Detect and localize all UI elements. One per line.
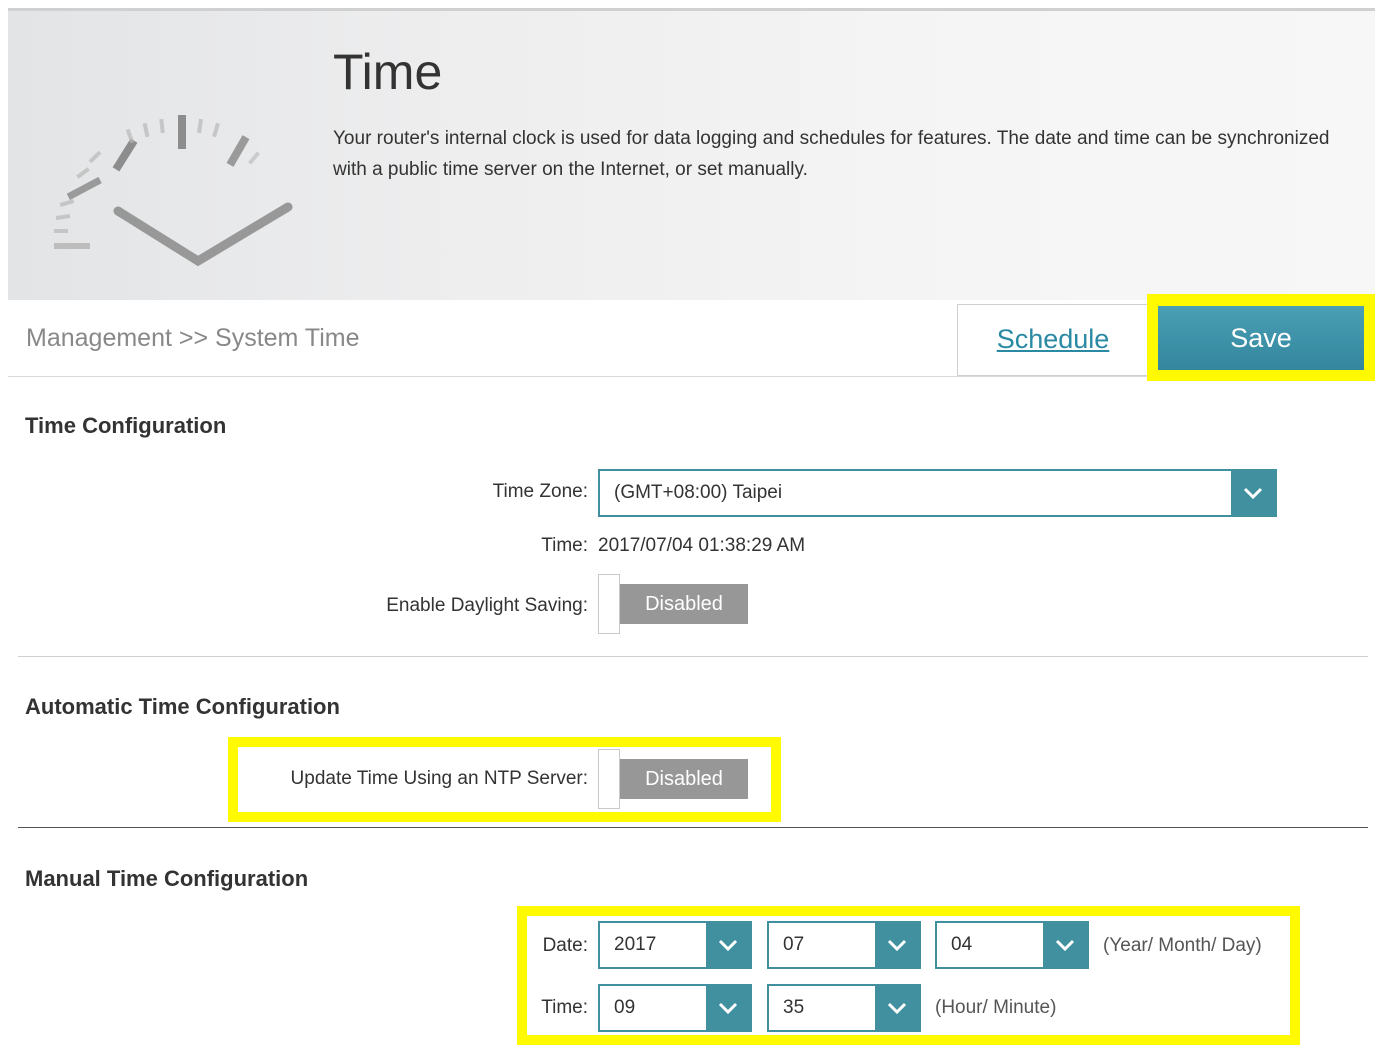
chevron-down-icon — [875, 986, 919, 1030]
schedule-link[interactable]: Schedule — [957, 304, 1149, 376]
date-label: Date: — [542, 935, 588, 956]
manual-config-heading: Manual Time Configuration — [25, 866, 309, 891]
minute-select[interactable]: 35 — [767, 984, 921, 1032]
timezone-select[interactable]: (GMT+08:00) Taipei — [598, 469, 1277, 517]
clock-icon — [54, 115, 293, 267]
chevron-down-icon — [1043, 923, 1087, 967]
date-format-hint: (Year/ Month/ Day) — [1103, 935, 1262, 956]
manual-time-label: Time: — [541, 997, 588, 1018]
save-button[interactable]: Save — [1158, 306, 1364, 370]
chevron-down-icon — [875, 923, 919, 967]
ntp-label: Update Time Using an NTP Server: — [290, 768, 588, 789]
timezone-value: (GMT+08:00) Taipei — [614, 482, 783, 503]
page-header: Time Your router's internal clock is use… — [8, 8, 1375, 300]
page-title: Time — [333, 44, 443, 100]
time-config-heading: Time Configuration — [25, 413, 227, 438]
day-select[interactable]: 04 — [935, 921, 1089, 969]
day-value: 04 — [951, 934, 973, 955]
month-select[interactable]: 07 — [767, 921, 921, 969]
ntp-state: Disabled — [620, 759, 748, 799]
daylight-saving-label: Enable Daylight Saving: — [386, 595, 588, 616]
toggle-knob — [598, 749, 620, 809]
toggle-knob — [598, 574, 620, 634]
divider — [18, 656, 1368, 657]
daylight-saving-state: Disabled — [620, 584, 748, 624]
breadcrumb: Management >> System Time — [26, 324, 360, 352]
year-select[interactable]: 2017 — [598, 921, 752, 969]
divider — [18, 827, 1368, 828]
chevron-down-icon — [1231, 471, 1275, 515]
ntp-toggle[interactable]: Disabled — [598, 749, 748, 811]
minute-value: 35 — [783, 997, 805, 1018]
time-format-hint: (Hour/ Minute) — [935, 997, 1057, 1018]
month-value: 07 — [783, 934, 805, 955]
hour-select[interactable]: 09 — [598, 984, 752, 1032]
hour-value: 09 — [614, 997, 636, 1018]
chevron-down-icon — [706, 986, 750, 1030]
year-value: 2017 — [614, 934, 657, 955]
page-description: Your router's internal clock is used for… — [333, 128, 1330, 180]
auto-config-heading: Automatic Time Configuration — [25, 694, 340, 719]
timezone-label: Time Zone: — [492, 481, 588, 502]
chevron-down-icon — [706, 923, 750, 967]
current-time-label: Time: — [541, 535, 588, 556]
daylight-saving-toggle[interactable]: Disabled — [598, 574, 748, 636]
current-time-value: 2017/07/04 01:38:29 AM — [598, 535, 806, 556]
